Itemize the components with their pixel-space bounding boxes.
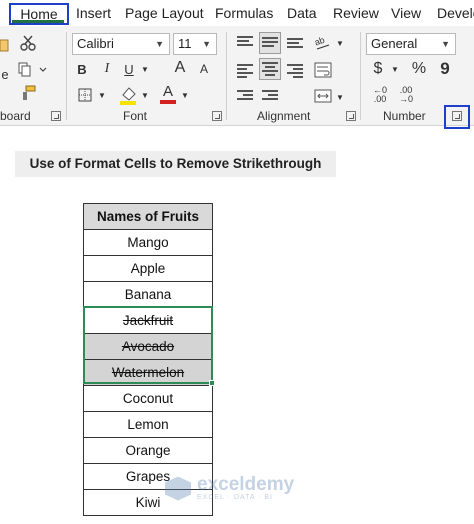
- shrink-font-button[interactable]: A: [197, 61, 211, 77]
- middle-align-icon: [262, 37, 278, 49]
- decrease-decimal-button[interactable]: .00 →0: [394, 84, 418, 106]
- number-launcher-highlight: [444, 105, 470, 129]
- chevron-down-icon[interactable]: ▼: [97, 88, 107, 102]
- increase-indent-icon[interactable]: [262, 90, 278, 102]
- watermark-text: exceldemy EXCEL · DATA · BI: [197, 474, 295, 501]
- format-painter-icon[interactable]: [18, 84, 38, 102]
- font-name-value: Calibri: [77, 36, 114, 51]
- borders-icon[interactable]: [75, 86, 95, 104]
- wrap-text-icon[interactable]: [312, 60, 334, 80]
- font-name-dropdown[interactable]: Calibri ▼: [72, 33, 170, 55]
- chevron-down-icon[interactable]: ▼: [390, 62, 400, 76]
- table-cell[interactable]: Mango: [83, 229, 213, 256]
- ribbon-tabs: Home Insert Page Layout Formulas Data Re…: [0, 0, 474, 26]
- tab-page-layout[interactable]: Page Layout: [125, 5, 204, 21]
- table-cell-strikethrough[interactable]: Watermelon: [83, 359, 213, 386]
- percent-button[interactable]: %: [409, 59, 429, 79]
- watermark-name: exceldemy: [197, 474, 295, 495]
- table-header[interactable]: Names of Fruits: [83, 203, 213, 230]
- chevron-down-icon: ▼: [202, 39, 211, 49]
- table-cell[interactable]: Coconut: [83, 385, 213, 412]
- font-color-button[interactable]: A: [158, 82, 178, 106]
- tab-review[interactable]: Review: [333, 5, 379, 21]
- bottom-align-icon[interactable]: [287, 38, 303, 50]
- table-cell[interactable]: Orange: [83, 437, 213, 464]
- center-icon: [262, 62, 278, 78]
- chevron-down-icon[interactable]: ▼: [140, 62, 150, 76]
- tab-data[interactable]: Data: [287, 5, 317, 21]
- fill-color-icon[interactable]: [118, 84, 138, 106]
- number-format-dropdown[interactable]: General ▼: [366, 33, 456, 55]
- italic-button[interactable]: I: [99, 60, 115, 78]
- increase-decimal-button[interactable]: ←0 .00: [368, 84, 392, 106]
- fill-handle[interactable]: [209, 380, 215, 386]
- align-left-icon[interactable]: [237, 64, 253, 80]
- tab-insert[interactable]: Insert: [76, 5, 111, 21]
- ribbon: e board Calibri ▼ 11 ▼ B I U ▼ A A ▼ ▼ A…: [0, 26, 474, 126]
- table-cell[interactable]: Lemon: [83, 411, 213, 438]
- chevron-down-icon: ▼: [441, 39, 450, 49]
- fruits-table: Names of Fruits Mango Apple Banana Jackf…: [83, 203, 213, 516]
- clipboard-group-label: board: [0, 109, 31, 123]
- group-divider: [226, 32, 227, 120]
- watermark-tagline: EXCEL · DATA · BI: [197, 494, 273, 501]
- paste-icon[interactable]: [0, 38, 10, 52]
- number-format-value: General: [371, 36, 418, 51]
- tab-developer[interactable]: Develo: [437, 5, 474, 21]
- font-group-label: Font: [123, 109, 148, 123]
- chevron-down-icon[interactable]: ▼: [335, 36, 345, 50]
- active-tab-indicator: [12, 20, 64, 23]
- paste-label[interactable]: e: [0, 66, 10, 82]
- font-launcher-icon[interactable]: [212, 111, 222, 121]
- font-size-value: 11: [178, 36, 192, 51]
- sheet-title[interactable]: Use of Format Cells to Remove Strikethro…: [15, 151, 336, 177]
- chevron-down-icon[interactable]: ▼: [180, 88, 190, 102]
- cut-icon[interactable]: [18, 34, 38, 52]
- alignment-group-label: Alignment: [257, 109, 311, 123]
- chevron-down-icon[interactable]: ▼: [335, 90, 345, 104]
- top-align-icon[interactable]: [237, 36, 253, 48]
- tab-formulas[interactable]: Formulas: [215, 5, 273, 21]
- alignment-launcher-icon[interactable]: [346, 111, 356, 121]
- group-divider: [360, 32, 361, 120]
- table-cell-strikethrough[interactable]: Jackfruit: [83, 307, 213, 334]
- watermark: exceldemy EXCEL · DATA · BI: [165, 474, 295, 501]
- group-divider: [66, 32, 67, 120]
- table-cell[interactable]: Banana: [83, 281, 213, 308]
- bold-button[interactable]: B: [74, 60, 90, 78]
- orientation-icon[interactable]: ab: [312, 32, 334, 52]
- clipboard-launcher-icon[interactable]: [51, 111, 61, 121]
- font-size-dropdown[interactable]: 11 ▼: [173, 33, 217, 55]
- chevron-down-icon: ▼: [155, 39, 164, 49]
- currency-button[interactable]: $: [370, 59, 386, 79]
- svg-text:ab: ab: [313, 35, 326, 48]
- merge-center-icon[interactable]: [312, 86, 334, 106]
- decrease-indent-icon[interactable]: [237, 90, 253, 102]
- chevron-down-icon[interactable]: ▼: [140, 88, 150, 102]
- underline-button[interactable]: U: [121, 60, 137, 78]
- number-group-label: Number: [383, 109, 426, 123]
- font-color-letter: A: [162, 83, 173, 100]
- table-cell-strikethrough[interactable]: Avocado: [83, 333, 213, 360]
- grow-font-button[interactable]: A: [172, 58, 188, 78]
- copy-icon[interactable]: [16, 60, 50, 78]
- exceldemy-logo-icon: [165, 476, 191, 501]
- font-color-bar: [160, 100, 176, 104]
- align-right-icon[interactable]: [287, 64, 303, 80]
- tab-view[interactable]: View: [391, 5, 421, 21]
- table-cell[interactable]: Apple: [83, 255, 213, 282]
- comma-style-button[interactable]: 9: [437, 59, 453, 79]
